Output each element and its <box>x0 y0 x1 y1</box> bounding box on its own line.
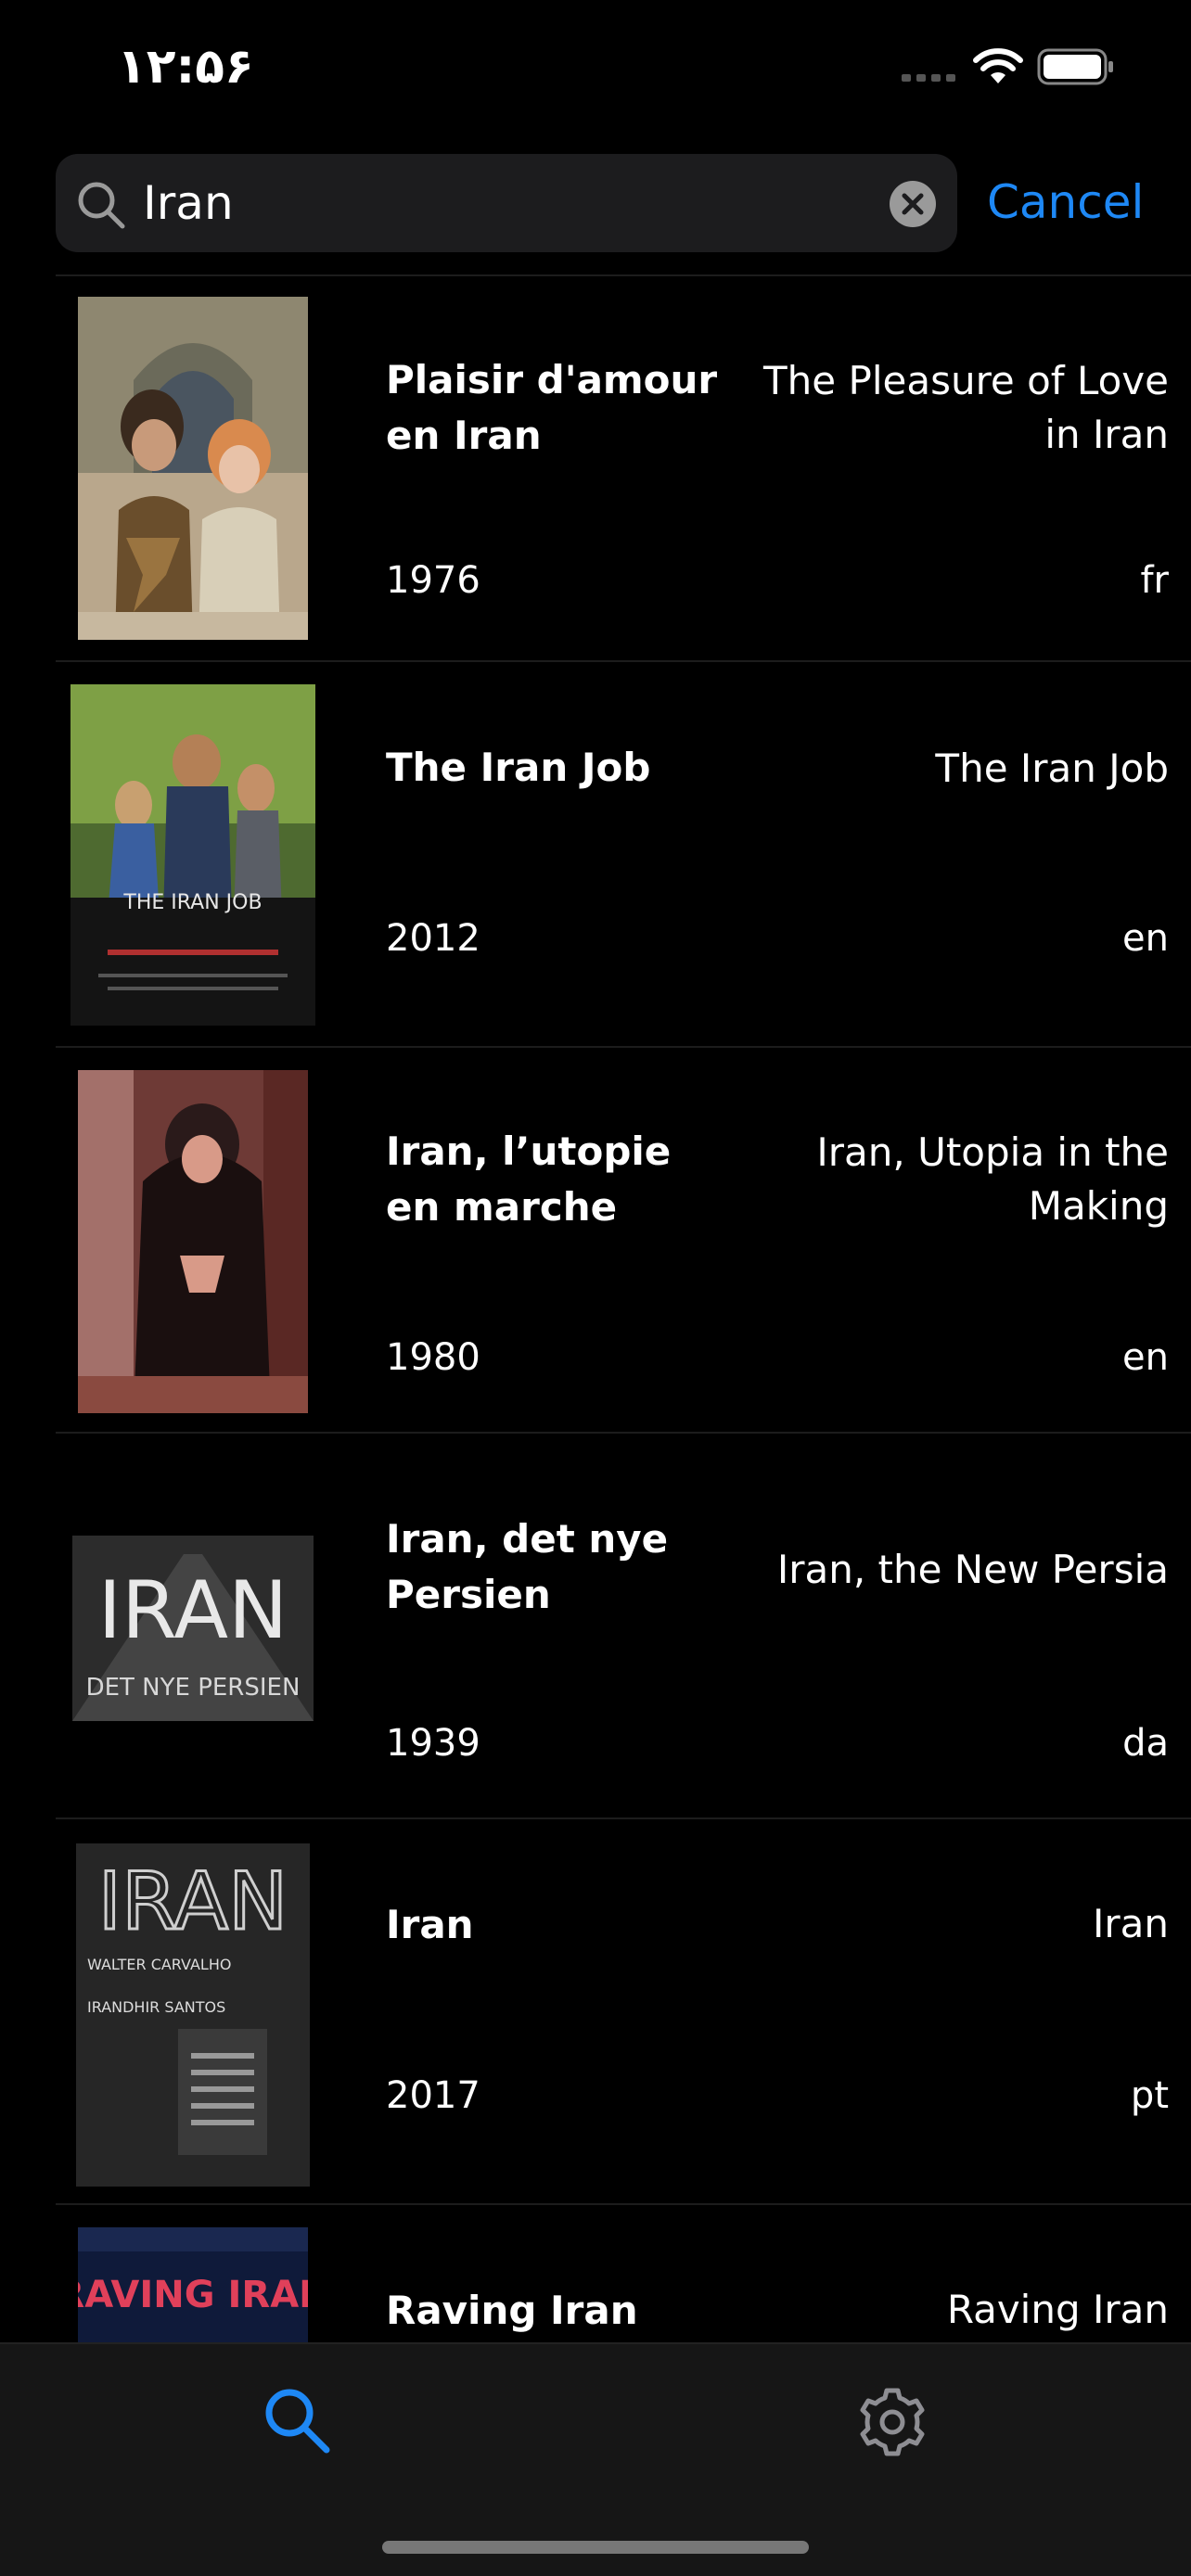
poster-text: RAVING IRAN <box>78 2274 308 2316</box>
tab-bar <box>0 2342 1191 2576</box>
divider <box>0 2342 1191 2344</box>
result-row[interactable]: RAVING IRAN Raving Iran Raving Iran <box>0 2205 1191 2342</box>
result-original-title: The Iran Job <box>935 746 1169 791</box>
result-row[interactable]: IRAN DET NYE PERSIEN Iran, det nye Persi… <box>0 1434 1191 1819</box>
poster-text: WALTER CARVALHO <box>87 1956 231 1973</box>
poster-text: IRAN <box>98 1855 288 1948</box>
result-row[interactable]: Plaisir d'amour en Iran The Pleasure of … <box>0 276 1191 662</box>
poster-image: THE IRAN JOB <box>70 684 315 1026</box>
result-title: Plaisir d'amour en Iran <box>386 357 718 458</box>
cellular-signal-icon <box>902 74 955 82</box>
poster-image <box>78 1070 308 1413</box>
result-title: Iran, l’utopie en marche <box>386 1129 672 1230</box>
result-language: pt <box>1130 2074 1169 2117</box>
cancel-button[interactable]: Cancel <box>987 171 1144 234</box>
result-original-title: Iran <box>1092 1901 1169 1946</box>
result-original-title: Raving Iran <box>946 2287 1169 2332</box>
result-title: Raving Iran <box>386 2288 638 2333</box>
result-language: da <box>1122 1722 1169 1765</box>
result-row[interactable]: THE IRAN JOB The Iran Job The Iran Job 2… <box>0 662 1191 1048</box>
result-original-title: The Pleasure of Love in Iran <box>763 358 1169 457</box>
status-time: ۱۲:۵۶ <box>117 39 254 95</box>
result-original-title: Iran, Utopia in the Making <box>816 1129 1169 1229</box>
search-input[interactable]: Iran <box>143 154 234 252</box>
result-language: en <box>1122 917 1169 960</box>
result-row[interactable]: IRAN WALTER CARVALHO IRANDHIR SANTOS Ira… <box>0 1819 1191 2205</box>
poster-text: IRANDHIR SANTOS <box>87 1998 225 2016</box>
result-year: 2012 <box>386 917 480 960</box>
poster-image: RAVING IRAN <box>78 2227 308 2342</box>
result-year: 1939 <box>386 1722 480 1765</box>
result-title: Iran, det nye Persien <box>386 1516 669 1617</box>
result-year: 1980 <box>386 1336 480 1379</box>
result-language: fr <box>1140 559 1169 602</box>
poster-text: DET NYE PERSIEN <box>86 1674 301 1702</box>
result-language: en <box>1122 1336 1169 1379</box>
result-row[interactable]: Iran, l’utopie en marche Iran, Utopia in… <box>0 1048 1191 1434</box>
result-title: The Iran Job <box>386 745 651 790</box>
wifi-icon <box>973 48 1023 83</box>
poster-text: IRAN <box>98 1564 288 1657</box>
search-field[interactable]: Iran <box>56 154 957 252</box>
settings-gear-icon[interactable] <box>853 2383 931 2461</box>
poster-image: IRAN DET NYE PERSIEN <box>72 1536 314 1721</box>
search-icon <box>78 182 125 229</box>
home-indicator <box>382 2541 809 2554</box>
poster-image: IRAN WALTER CARVALHO IRANDHIR SANTOS <box>76 1843 310 2187</box>
poster-image <box>78 297 308 640</box>
result-year: 1976 <box>386 559 480 602</box>
result-original-title: Iran, the New Persia <box>776 1547 1169 1592</box>
result-year: 2017 <box>386 2074 480 2117</box>
poster-text: THE IRAN JOB <box>122 891 262 914</box>
search-tab-icon[interactable] <box>260 2383 334 2457</box>
result-title: Iran <box>386 1902 474 1947</box>
clear-search-icon[interactable] <box>889 180 937 228</box>
battery-icon <box>1037 48 1113 85</box>
